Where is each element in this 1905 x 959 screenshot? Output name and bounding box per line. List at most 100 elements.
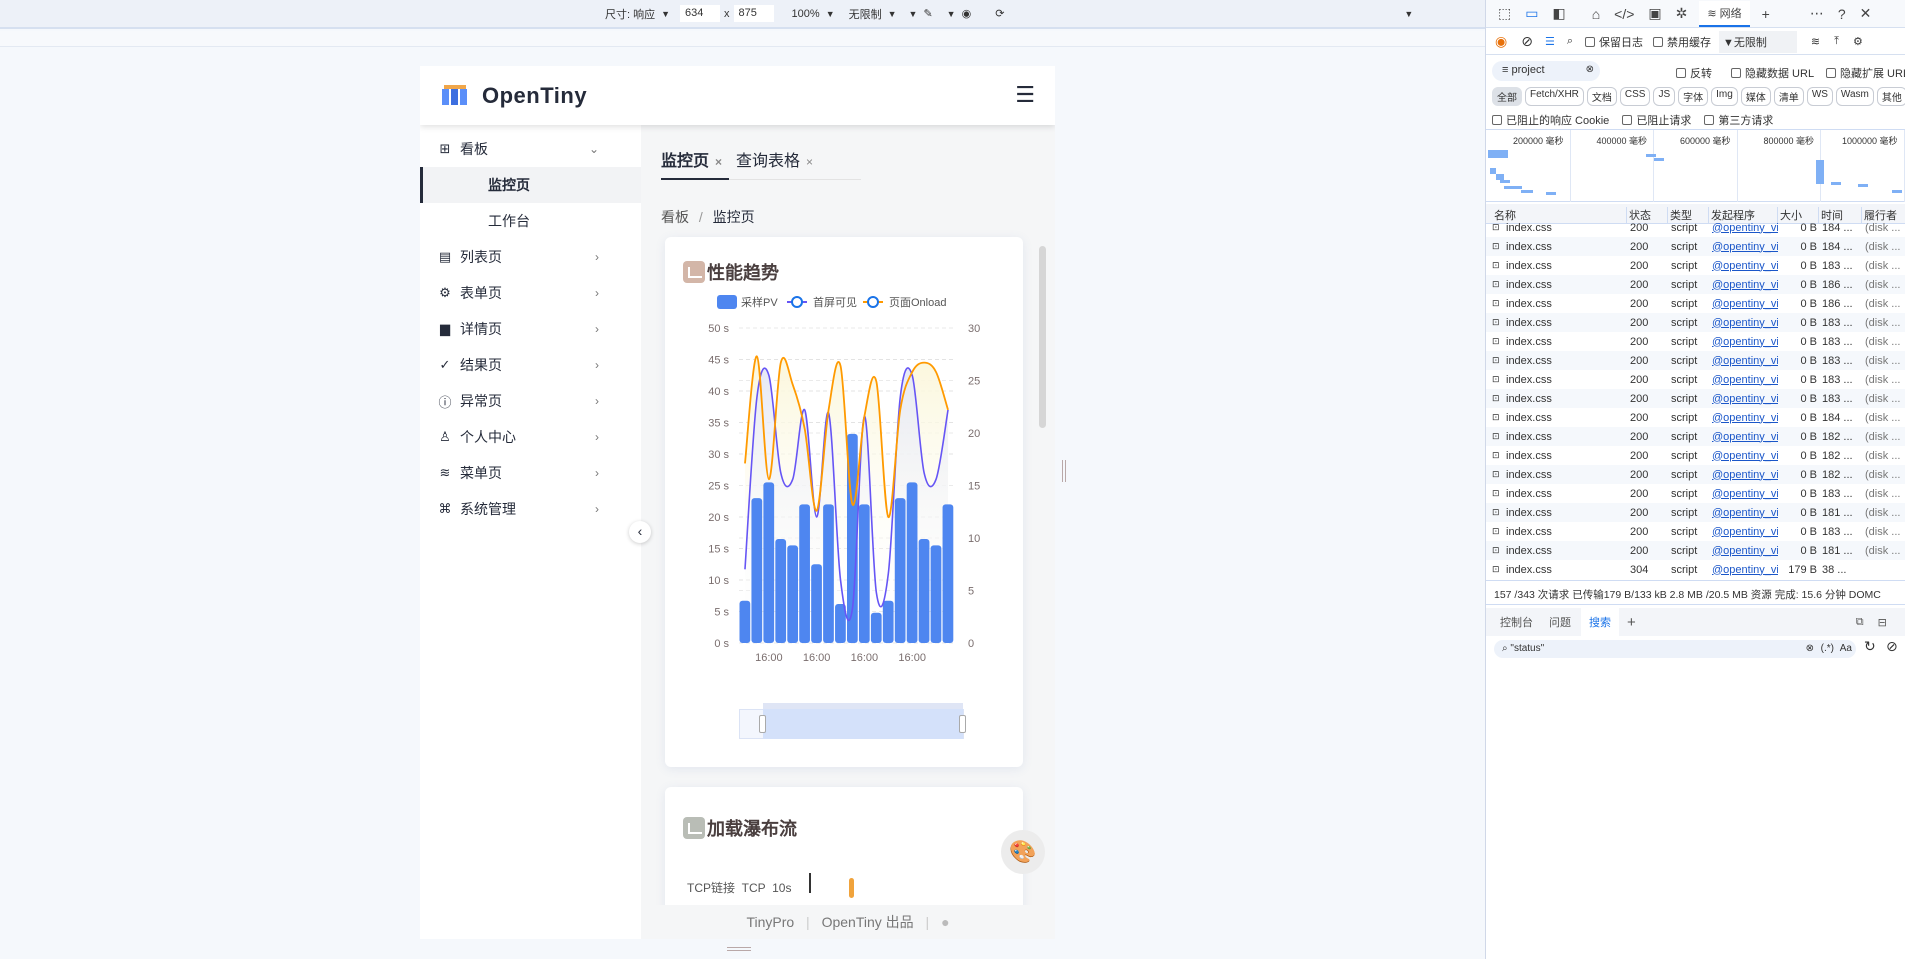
preserve-log-checkbox[interactable]: 保留日志	[1585, 34, 1643, 50]
table-row[interactable]: ⊡index.css200script@opentiny_vi0 B183 ..…	[1486, 256, 1905, 275]
add-tab-icon[interactable]: +	[1762, 6, 1770, 22]
third-party-checkbox[interactable]: 第三方请求	[1704, 115, 1773, 127]
table-cell-发起程序[interactable]: @opentiny_vi	[1712, 336, 1778, 348]
clear-filter-icon[interactable]: ⊗	[1586, 64, 1594, 75]
width-input[interactable]: 634	[680, 5, 720, 22]
type-filter-9[interactable]: WS	[1807, 87, 1833, 106]
import-icon[interactable]: ⤒	[1834, 35, 1839, 48]
table-row[interactable]: ⊡index.css200script@opentiny_vi0 B183 ..…	[1486, 370, 1905, 389]
table-row[interactable]: ⊡index.css200script@opentiny_vi0 B184 ..…	[1486, 218, 1905, 237]
table-row[interactable]: ⊡index.css200script@opentiny_vi0 B184 ..…	[1486, 237, 1905, 256]
close-icon[interactable]: ×	[715, 155, 722, 169]
table-row[interactable]: ⊡index.css304script@opentiny_vi179 B38 .…	[1486, 560, 1905, 579]
blocked-cookies-checkbox[interactable]: 已阻止的响应 Cookie	[1492, 115, 1609, 127]
table-row[interactable]: ⊡index.css200script@opentiny_vi0 B182 ..…	[1486, 427, 1905, 446]
case-toggle[interactable]: Aa	[1840, 643, 1852, 654]
device-toggle-icon[interactable]: ▭	[1525, 5, 1538, 22]
table-row[interactable]: ⊡index.css200script@opentiny_vi0 B183 ..…	[1486, 389, 1905, 408]
tab-query-table[interactable]: 查询表格×	[736, 147, 813, 171]
github-icon[interactable]: ●	[941, 914, 949, 930]
clear-search-icon[interactable]: ⊗	[1806, 643, 1814, 654]
slider-handle-left[interactable]	[759, 715, 766, 733]
home-icon[interactable]: ⌂	[1592, 6, 1600, 22]
clear-icon[interactable]: ⊘	[1521, 33, 1533, 50]
type-filter-3[interactable]: CSS	[1620, 87, 1651, 106]
more-icon[interactable]: ⋯	[1810, 5, 1824, 22]
search-input[interactable]: ⌕ "status" ⊗ (.*) Aa	[1494, 640, 1856, 658]
zoom-select[interactable]: 100%	[792, 8, 820, 20]
table-cell-发起程序[interactable]: @opentiny_vi	[1712, 488, 1778, 500]
table-cell-发起程序[interactable]: @opentiny_vi	[1712, 469, 1778, 481]
inspect-icon[interactable]: ⬚	[1498, 5, 1511, 22]
resize-handle-right[interactable]	[1062, 460, 1066, 482]
sidebar-item-system[interactable]: ⌘系统管理›	[420, 491, 641, 527]
theme-palette-button[interactable]: 🎨	[1001, 830, 1045, 874]
table-row[interactable]: ⊡index.css200script@opentiny_vi0 B183 ..…	[1486, 313, 1905, 332]
filter-input[interactable]: ≡ project⊗	[1492, 61, 1600, 81]
type-filter-0[interactable]: 全部	[1492, 87, 1522, 106]
blocked-requests-checkbox[interactable]: 已阻止请求	[1622, 115, 1691, 127]
footer-opentiny[interactable]: OpenTiny 出品	[822, 914, 914, 930]
table-row[interactable]: ⊡index.css200script@opentiny_vi0 B183 ..…	[1486, 522, 1905, 541]
more-caret-icon[interactable]: ▼	[1404, 9, 1413, 19]
type-filter-10[interactable]: Wasm	[1836, 87, 1874, 106]
sidebar-item-list[interactable]: ▤列表页›	[420, 239, 641, 275]
eye-icon[interactable]: ◉	[962, 7, 972, 20]
filter-settings-icon[interactable]: ☰	[1545, 35, 1555, 48]
invert-checkbox[interactable]: 反转	[1676, 65, 1712, 81]
close-icon[interactable]: ×	[806, 155, 813, 169]
clear-search-results-icon[interactable]: ⊘	[1886, 638, 1898, 655]
table-cell-发起程序[interactable]: @opentiny_vi	[1712, 260, 1778, 272]
sidebar-item-detail[interactable]: ▆详情页›	[420, 311, 641, 347]
resize-handle-bottom[interactable]	[727, 947, 751, 951]
drawer-tab-issues[interactable]: 问题	[1549, 614, 1571, 630]
table-cell-发起程序[interactable]: @opentiny_vi	[1712, 374, 1778, 386]
tab-monitor[interactable]: 监控页×	[661, 147, 722, 171]
table-row[interactable]: ⊡index.css200script@opentiny_vi0 B186 ..…	[1486, 294, 1905, 313]
footer-tinypro[interactable]: TinyPro	[746, 914, 794, 930]
table-row[interactable]: ⊡index.css200script@opentiny_vi0 B184 ..…	[1486, 408, 1905, 427]
throttle-select[interactable]: ▼无限制	[1719, 31, 1797, 53]
table-cell-发起程序[interactable]: @opentiny_vi	[1712, 507, 1778, 519]
table-cell-发起程序[interactable]: @opentiny_vi	[1712, 412, 1778, 424]
close-drawer-icon[interactable]: ⊟	[1878, 616, 1887, 629]
add-drawer-tab-icon[interactable]: +	[1627, 614, 1636, 631]
dock-drawer-icon[interactable]: ⧉	[1856, 616, 1864, 629]
table-cell-发起程序[interactable]: @opentiny_vi	[1712, 222, 1778, 234]
table-cell-发起程序[interactable]: @opentiny_vi	[1712, 241, 1778, 253]
type-filter-11[interactable]: 其他	[1877, 87, 1905, 106]
table-cell-发起程序[interactable]: @opentiny_vi	[1712, 545, 1778, 557]
table-cell-发起程序[interactable]: @opentiny_vi	[1712, 450, 1778, 462]
network-conditions-icon[interactable]: ≋	[1811, 35, 1820, 48]
eyedropper-icon[interactable]: ✎	[923, 7, 932, 20]
regex-toggle[interactable]: (.*)	[1821, 643, 1834, 654]
table-cell-发起程序[interactable]: @opentiny_vi	[1712, 431, 1778, 443]
table-cell-发起程序[interactable]: @opentiny_vi	[1712, 279, 1778, 291]
console-icon[interactable]: ▣	[1648, 5, 1661, 22]
table-cell-发起程序[interactable]: @opentiny_vi	[1712, 317, 1778, 329]
table-cell-发起程序[interactable]: @opentiny_vi	[1712, 393, 1778, 405]
table-row[interactable]: ⊡index.css200script@opentiny_vi0 B181 ..…	[1486, 503, 1905, 522]
drawer-tab-search[interactable]: 搜索	[1581, 607, 1619, 637]
close-icon[interactable]: ✕	[1860, 5, 1872, 22]
type-filter-8[interactable]: 清单	[1774, 87, 1804, 106]
slider-handle-right[interactable]	[959, 715, 966, 733]
type-filter-7[interactable]: 媒体	[1741, 87, 1771, 106]
datazoom-slider[interactable]	[739, 703, 964, 739]
sidebar-item-monitor[interactable]: 监控页	[420, 167, 641, 203]
help-icon[interactable]: ?	[1838, 6, 1846, 22]
height-input[interactable]: 875	[734, 5, 774, 22]
table-cell-发起程序[interactable]: @opentiny_vi	[1712, 355, 1778, 367]
hide-data-url-checkbox[interactable]: 隐藏数据 URL	[1731, 65, 1814, 81]
table-row[interactable]: ⊡index.css200script@opentiny_vi0 B186 ..…	[1486, 275, 1905, 294]
type-filter-2[interactable]: 文档	[1587, 87, 1617, 106]
sidebar-item-profile[interactable]: ♙个人中心›	[420, 419, 641, 455]
sidebar-item-form[interactable]: ⚙表单页›	[420, 275, 641, 311]
table-row[interactable]: ⊡index.css200script@opentiny_vi0 B183 ..…	[1486, 484, 1905, 503]
type-filter-6[interactable]: Img	[1711, 87, 1738, 106]
type-filter-1[interactable]: Fetch/XHR	[1525, 87, 1584, 106]
table-cell-发起程序[interactable]: @opentiny_vi	[1712, 564, 1778, 576]
debug-icon[interactable]: ✲	[1676, 5, 1688, 22]
dock-icon[interactable]: ◧	[1552, 5, 1565, 22]
hamburger-menu-icon[interactable]: ☰	[1015, 82, 1035, 108]
